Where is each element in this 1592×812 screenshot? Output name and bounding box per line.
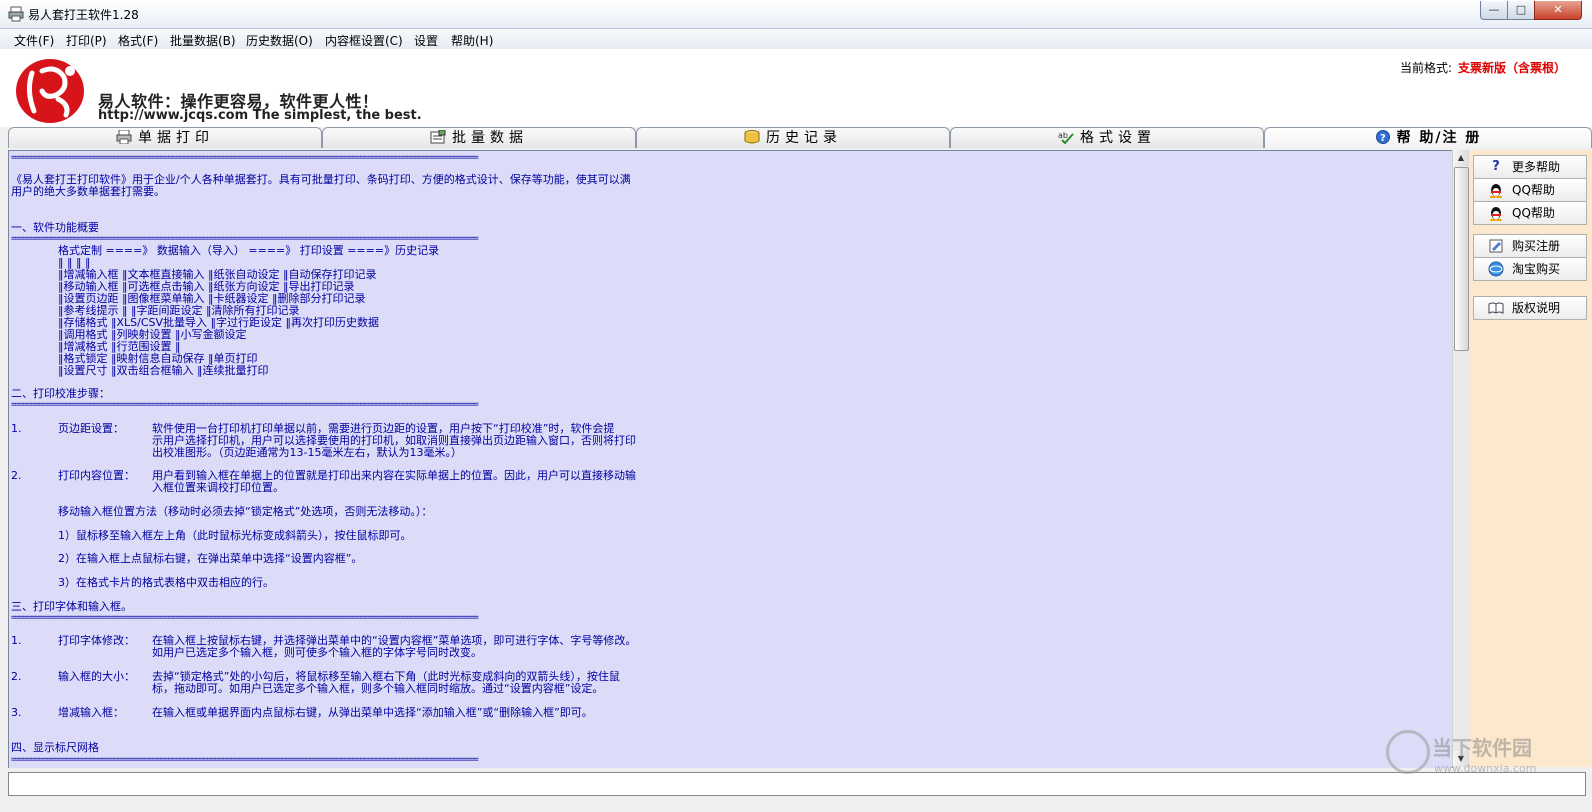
item-text: 入框位置来调校打印位置。 <box>152 481 284 494</box>
maximize-button[interactable]: □ <box>1507 1 1535 20</box>
watermark-text: 当下软件园 <box>1432 736 1532 760</box>
divider: ========================================… <box>11 153 479 163</box>
tab-label: 批量数据 <box>452 130 528 146</box>
item-label: 页边距设置： <box>58 422 124 435</box>
tab-help-register[interactable]: ? 帮 助/注 册 <box>1264 127 1592 148</box>
item-text: 在输入框或单据界面内点鼠标右键，从弹出菜单中选择“添加输入框”或“删除输入框”即… <box>152 706 593 719</box>
question-icon: ? <box>1492 159 1500 174</box>
status-field <box>8 772 1586 796</box>
divider: ========================================… <box>11 613 479 623</box>
book-icon <box>1488 302 1504 314</box>
step-text: 2）在输入框上点鼠标右键，在弹出菜单中选择“设置内容框”。 <box>58 552 363 565</box>
status-bar <box>0 768 1592 798</box>
item-label: 输入框的大小： <box>58 670 135 683</box>
spellcheck-icon: ab <box>1058 131 1074 144</box>
tab-history[interactable]: 历史记录 <box>636 127 950 148</box>
divider: ========================================… <box>11 755 479 765</box>
tab-format-settings[interactable]: ab 格式设置 <box>950 127 1264 148</box>
website-url: http://www.jcqs.com The simplest, the be… <box>98 108 422 123</box>
menu-content-box-settings[interactable]: 内容框设置(C) <box>325 32 403 49</box>
menu-file[interactable]: 文件(F) <box>14 32 54 49</box>
watermark-url: www.downxia.com <box>1434 762 1537 775</box>
button-label: QQ帮助 <box>1512 183 1555 197</box>
database-icon <box>744 130 760 144</box>
tab-label: 帮 助/注 册 <box>1396 130 1482 146</box>
feature-row: ‖设置尺寸 ‖双击组合框输入 ‖连续批量打印 <box>58 364 269 377</box>
current-format-value: 支票新版（含票根） <box>1458 61 1567 75</box>
current-format-label: 当前格式: <box>1400 61 1453 75</box>
more-help-button[interactable]: ? 更多帮助 <box>1473 155 1587 179</box>
button-label: 更多帮助 <box>1512 160 1561 174</box>
section-title: 四、显示标尺网格 <box>11 741 99 754</box>
tab-label: 历史记录 <box>766 130 842 146</box>
item-number: 1. <box>11 634 22 647</box>
step-text: 1）鼠标移至输入框左上角（此时鼠标光标变成斜箭头），按住鼠标即可。 <box>58 529 412 542</box>
tab-single-print[interactable]: 单据打印 <box>8 127 322 148</box>
help-side-panel: ? 更多帮助 QQ帮助 QQ帮助 购买注册 淘宝购买 版权说明 <box>1469 150 1592 767</box>
item-text: 出校准图形。（页边距通常为13-15毫米左右，默认为13毫米。） <box>152 446 462 459</box>
close-button[interactable]: ✕ <box>1534 1 1582 20</box>
menu-settings[interactable]: 设置 <box>414 32 438 49</box>
copyright-button[interactable]: 版权说明 <box>1473 296 1587 320</box>
svg-text:ab: ab <box>1058 131 1068 140</box>
scroll-thumb[interactable] <box>1454 167 1469 351</box>
qq-penguin-icon <box>1490 207 1502 221</box>
tab-label: 格式设置 <box>1080 130 1156 146</box>
banner: 易人软件：操作更容易，软件更人性！ http://www.jcqs.com Th… <box>0 49 1592 127</box>
button-label: QQ帮助 <box>1512 206 1555 220</box>
menu-history-data[interactable]: 历史数据(O) <box>246 32 313 49</box>
help-content[interactable]: ========================================… <box>8 150 1453 769</box>
tab-bar: 单据打印 批量数据 历史记录 ab 格式设置 ? 帮 助/注 册 <box>8 127 1592 149</box>
divider: ========================================… <box>11 400 479 410</box>
menu-help[interactable]: 帮助(H) <box>451 32 493 49</box>
item-text: 如用户已选定多个输入框，则可使多个输入框的字体字号同时改变。 <box>152 646 482 659</box>
item-number: 3. <box>11 706 22 719</box>
taobao-icon <box>1488 261 1504 277</box>
button-label: 购买注册 <box>1512 239 1561 253</box>
company-logo <box>16 59 84 123</box>
printer-app-icon <box>8 6 24 22</box>
item-text: 标，拖动即可。如用户已选定多个输入框，则多个输入框同时缩放。通过“设置内容框”设… <box>152 682 604 695</box>
tab-batch-data[interactable]: 批量数据 <box>322 127 636 148</box>
item-label: 增减输入框： <box>58 706 124 719</box>
item-label: 打印内容位置： <box>58 469 135 482</box>
menu-format[interactable]: 格式(F) <box>118 32 158 49</box>
vertical-scrollbar[interactable]: ▲ ▼ <box>1452 150 1469 767</box>
menu-bar: 文件(F) 打印(P) 格式(F) 批量数据(B) 历史数据(O) 内容框设置(… <box>0 29 1592 49</box>
item-number: 1. <box>11 422 22 435</box>
scroll-up-arrow-icon[interactable]: ▲ <box>1453 150 1469 166</box>
step-text: 3）在格式卡片的格式表格中双击相应的行。 <box>58 576 274 589</box>
item-number: 2. <box>11 469 22 482</box>
printer-icon <box>116 130 132 144</box>
batch-data-icon <box>430 130 446 144</box>
qq-help-button[interactable]: QQ帮助 <box>1473 201 1587 225</box>
help-icon: ? <box>1375 130 1390 144</box>
button-label: 版权说明 <box>1512 301 1561 315</box>
tab-label: 单据打印 <box>138 130 214 146</box>
qq-penguin-icon <box>1490 184 1502 198</box>
window-title: 易人套打王软件1.28 <box>28 8 139 22</box>
button-label: 淘宝购买 <box>1512 262 1561 276</box>
svg-text:?: ? <box>1380 133 1386 144</box>
intro-line: 用户的绝大多数单据套打需要。 <box>11 185 165 198</box>
item-text: 移动输入框位置方法（移动时必须去掉“锁定格式”处选项，否则无法移动。）： <box>58 505 433 518</box>
register-icon <box>1489 239 1503 253</box>
item-number: 2. <box>11 670 22 683</box>
item-label: 打印字体修改： <box>58 634 135 647</box>
watermark-logo-icon <box>1386 730 1430 774</box>
menu-batch-data[interactable]: 批量数据(B) <box>170 32 236 49</box>
site-watermark: 当下软件园 www.downxia.com <box>1384 728 1564 780</box>
taobao-buy-button[interactable]: 淘宝购买 <box>1473 257 1587 281</box>
feature-flow-header: 格式定制 ====》 数据输入（导入） ====》 打印设置 ====》历史记录 <box>58 244 440 257</box>
purchase-register-button[interactable]: 购买注册 <box>1473 234 1587 258</box>
menu-print[interactable]: 打印(P) <box>66 32 107 49</box>
qq-help-button[interactable]: QQ帮助 <box>1473 178 1587 202</box>
title-bar: 易人套打王软件1.28 — □ ✕ <box>0 0 1592 29</box>
minimize-button[interactable]: — <box>1480 1 1508 20</box>
